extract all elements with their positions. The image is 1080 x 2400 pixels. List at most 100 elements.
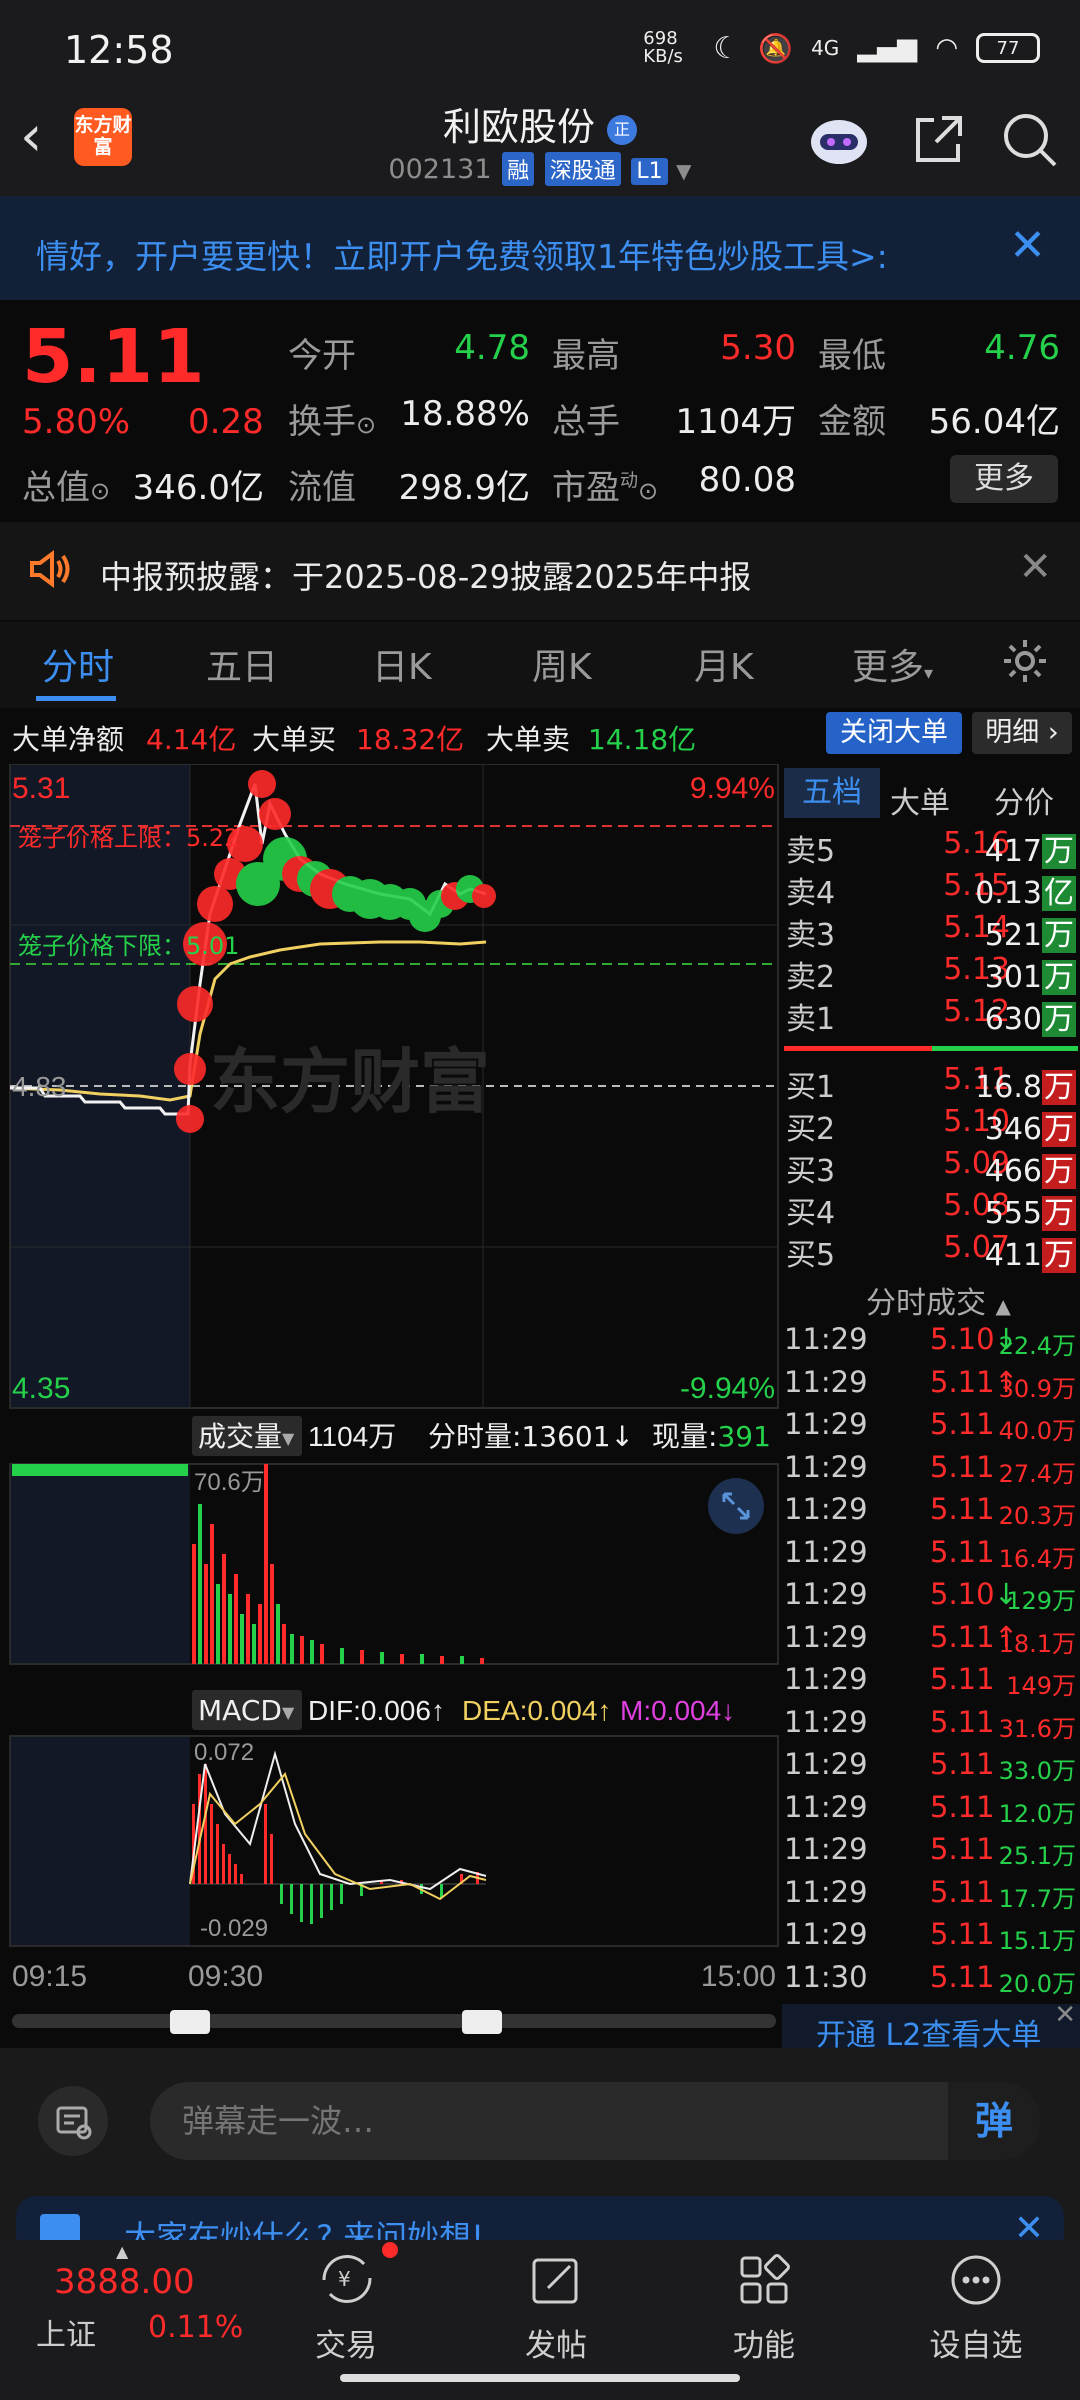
robot-assistant-icon[interactable] <box>808 108 870 170</box>
tab-five-day[interactable]: 五日 <box>206 638 278 690</box>
watermark: 东方财富 <box>210 1041 490 1123</box>
trade-row: 11:29 5.11 ↑ 30.9万 <box>784 1365 1078 1405</box>
function-icon[interactable] <box>736 2252 792 2312</box>
ask-row[interactable]: 卖5 5.16 417万 <box>784 826 1078 869</box>
trade-icon[interactable]: ¥ <box>316 2242 398 2312</box>
clock: 12:58 <box>64 28 174 72</box>
trade-volume: 30.9万 <box>998 1374 1076 1403</box>
ask-row[interactable]: 卖3 5.14 521万 <box>784 910 1078 953</box>
info-icon[interactable]: ⊙ <box>90 477 110 505</box>
range-slider-track[interactable] <box>12 2014 776 2028</box>
macd-dea: DEA:0.004↑ <box>462 1695 611 1726</box>
tab-price-dist[interactable]: 分价 <box>994 778 1054 822</box>
promo-banner[interactable]: 情好，开户要更快！立即开户免费领取1年特色炒股工具>: ✕ <box>0 196 1080 300</box>
axis-top-price: 5.31 <box>12 772 70 805</box>
big-sell-label: 大单卖 <box>486 723 571 756</box>
nav-trade[interactable]: 交易 <box>276 2320 416 2365</box>
trade-volume: 149万 <box>1006 1672 1076 1700</box>
bid-row[interactable]: 买1 5.11 16.8万 <box>784 1062 1078 1105</box>
tab-intraday[interactable]: 分时 <box>42 638 114 690</box>
battery-icon: 77 <box>976 33 1040 63</box>
l2-bar[interactable]: 开通 L2查看大单 ✕ <box>782 2000 1080 2053</box>
banner-text[interactable]: 情好，开户要更快！立即开户免费领取1年特色炒股工具>: <box>36 230 888 278</box>
intraday-chart[interactable]: 东方财富 5.31 9.94% 笼子价格上限：5.22 笼子价格下限：5.01 … <box>0 764 780 2044</box>
post-icon[interactable] <box>528 2252 584 2312</box>
more-button[interactable]: 更多 <box>950 455 1058 503</box>
bid-volume: 411万 <box>984 1238 1076 1273</box>
axis-prev-close: 4.83 <box>12 1071 67 1102</box>
close-icon[interactable]: ✕ <box>1054 2000 1076 2030</box>
macd-m: M:0.004↓ <box>620 1695 735 1726</box>
macd-indicator-select[interactable]: MACD <box>198 1694 282 1727</box>
settings-icon[interactable] <box>1000 636 1050 690</box>
ask-row[interactable]: 卖4 5.15 0.13亿 <box>784 868 1078 911</box>
trade-volume: 16.4万 <box>998 1544 1076 1573</box>
low-value: 4.76 <box>984 328 1060 368</box>
nav-function[interactable]: 功能 <box>694 2320 834 2365</box>
bid-row[interactable]: 买4 5.08 555万 <box>784 1188 1078 1231</box>
low-label: 最低 <box>818 336 886 376</box>
trade-time: 11:29 <box>784 1662 868 1696</box>
notice-bar[interactable]: 中报预披露：于2025-08-29披露2025年中报 ✕ <box>0 522 1080 620</box>
big-sell-value: 14.18亿 <box>588 723 697 756</box>
ask-row[interactable]: 卖1 5.12 630万 <box>784 994 1078 1037</box>
trade-row: 11:29 5.11 40.0万 <box>784 1407 1078 1447</box>
tab-five-level[interactable]: 五档 <box>784 768 880 818</box>
info-icon[interactable]: ⊙ <box>356 411 376 439</box>
bid-row[interactable]: 买3 5.09 466万 <box>784 1146 1078 1189</box>
notification-dot <box>382 2242 398 2258</box>
signal-icon: ▂▄▆ <box>857 33 918 63</box>
index-pct[interactable]: 0.11% <box>148 2310 243 2345</box>
send-danmaku-button[interactable]: 弹 <box>948 2082 1040 2160</box>
tab-more[interactable]: 更多▾ <box>852 638 933 690</box>
trade-volume: 33.0万 <box>998 1757 1076 1785</box>
close-icon[interactable]: ✕ <box>1018 544 1052 590</box>
trade-price: 5.11 <box>930 1619 995 1654</box>
amount-value: 56.04亿 <box>928 402 1060 442</box>
high-label: 最高 <box>552 336 620 376</box>
trade-price: 5.11 <box>930 1449 995 1484</box>
trade-row: 11:29 5.11 149万 <box>784 1662 1078 1702</box>
index-value[interactable]: 3888.00 <box>54 2262 195 2302</box>
more-dots-icon[interactable] <box>948 2252 1004 2312</box>
tab-daily-k[interactable]: 日K <box>372 638 432 690</box>
index-name[interactable]: 上证 <box>36 2310 96 2354</box>
tag-level: L1 <box>631 158 668 185</box>
open-value: 4.78 <box>454 328 530 368</box>
bid-row[interactable]: 买5 5.07 411万 <box>784 1230 1078 1273</box>
home-indicator[interactable] <box>340 2374 740 2382</box>
ask-row[interactable]: 卖2 5.13 301万 <box>784 952 1078 995</box>
nav-post[interactable]: 发帖 <box>486 2320 626 2365</box>
share-icon[interactable] <box>908 108 970 170</box>
trade-row: 11:29 5.11 31.6万 <box>784 1705 1078 1745</box>
status-icons: 698 KB/s ☾ 🔕 4G ▂▄▆ ◠ 77 <box>643 28 1040 68</box>
axis-bottom-price: 4.35 <box>12 1372 70 1405</box>
trade-volume: 15.1万 <box>998 1927 1076 1955</box>
comment-list-icon[interactable] <box>38 2086 108 2156</box>
tab-monthly-k[interactable]: 月K <box>694 638 754 690</box>
expand-icon[interactable] <box>708 1478 764 1534</box>
stock-code: 002131 <box>388 154 492 185</box>
danmaku-input[interactable] <box>150 2082 1040 2160</box>
info-icon[interactable]: ⊙ <box>638 477 658 505</box>
trade-time: 11:29 <box>784 1917 868 1951</box>
close-big-order-button[interactable]: 关闭大单 <box>826 712 962 754</box>
close-icon[interactable]: ✕ <box>1009 220 1046 271</box>
status-bar: 12:58 698 KB/s ☾ 🔕 4G ▂▄▆ ◠ 77 <box>0 0 1080 96</box>
range-handle-right[interactable] <box>462 2010 502 2034</box>
notice-text[interactable]: 中报预披露：于2025-08-29披露2025年中报 <box>100 552 751 598</box>
ask-level-label: 卖4 <box>786 876 836 911</box>
volume-indicator-select[interactable]: 成交量 <box>198 1420 282 1453</box>
time-close: 15:00 <box>701 1960 776 1993</box>
trade-row: 11:29 5.11 25.1万 <box>784 1832 1078 1872</box>
trades-title[interactable]: 分时成交 ▲ <box>866 1278 1011 1322</box>
bid-row[interactable]: 买2 5.10 346万 <box>784 1104 1078 1147</box>
search-icon[interactable] <box>998 108 1060 170</box>
range-handle-left[interactable] <box>170 2010 210 2034</box>
trade-price: 5.11 <box>930 1704 995 1739</box>
tab-big-order[interactable]: 大单 <box>890 778 950 822</box>
detail-button[interactable]: 明细 › <box>972 712 1072 754</box>
tab-weekly-k[interactable]: 周K <box>532 638 592 690</box>
nav-add-watchlist[interactable]: 设自选 <box>906 2320 1046 2365</box>
pe-label: 市盈动⊙ <box>552 468 659 508</box>
